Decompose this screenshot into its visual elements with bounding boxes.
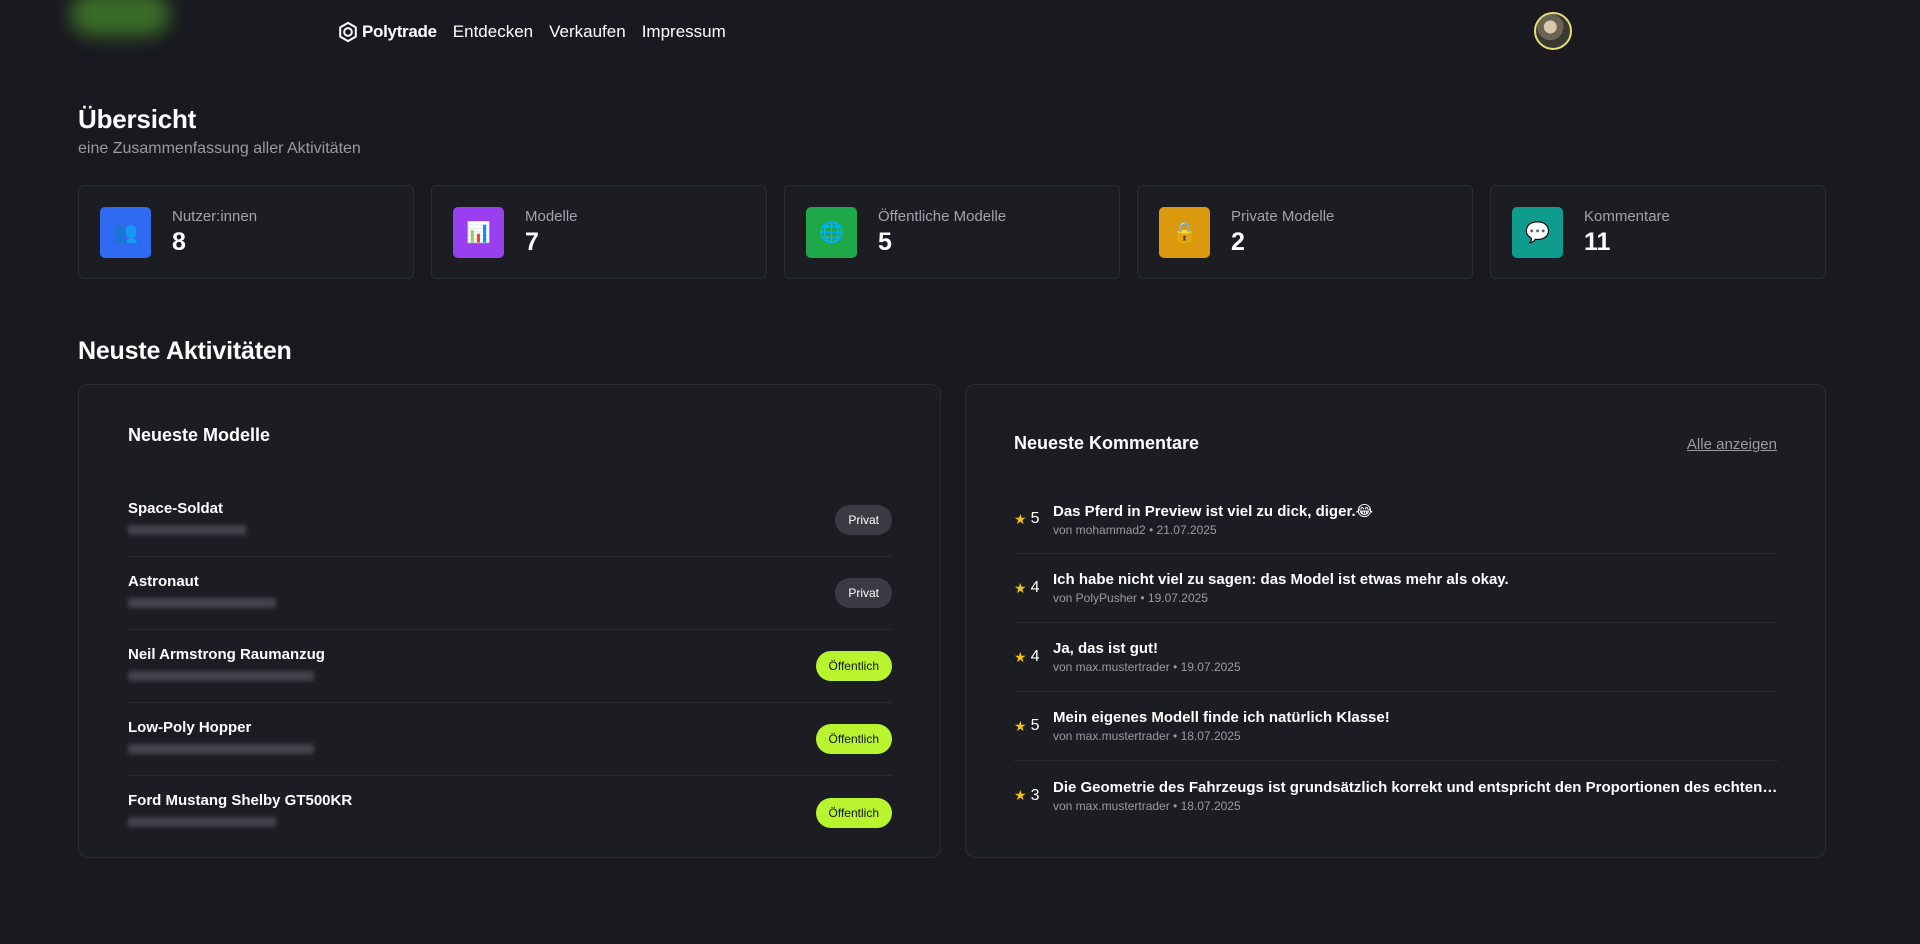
globe-icon: 🌐 [806, 206, 857, 258]
model-name: Neil Armstrong Raumanzug [128, 645, 325, 663]
rating: ★ 3 [1014, 787, 1053, 805]
redacted-author [128, 597, 276, 608]
rating-value: 5 [1030, 717, 1040, 734]
stats-row: 👥 Nutzer:innen 8 📊 Modelle 7 🌐 Öffentlic… [78, 185, 1826, 279]
stat-value: 11 [1584, 227, 1611, 256]
nav-impressum[interactable]: Impressum [642, 22, 726, 42]
page-title: Übersicht [78, 104, 197, 134]
rating: ★ 4 [1014, 648, 1053, 666]
visibility-badge[interactable]: Öffentlich [815, 651, 892, 681]
brand-link[interactable]: Polytrade [337, 21, 437, 43]
model-name: Low-Poly Hopper [128, 718, 252, 736]
comment-row[interactable]: ★ 4 Ja, das ist gut! von max.mustertrade… [1014, 623, 1778, 692]
rating-value: 4 [1030, 648, 1040, 665]
comment-meta: von PolyPusher • 19.07.2025 [1053, 591, 1208, 605]
comment-meta: von mohammad2 • 21.07.2025 [1053, 522, 1217, 537]
logo-blurred[interactable] [70, 0, 170, 36]
model-row[interactable]: Space-Soldat Privat [128, 484, 892, 557]
stat-label: Private Modelle [1231, 207, 1335, 225]
model-name: Ford Mustang Shelby GT500KR [128, 792, 353, 809]
comment-row[interactable]: ★ 3 Die Geometrie des Fahrzeugs ist grun… [1014, 761, 1778, 830]
page-subtitle: eine Zusammenfassung aller Aktivitäten [78, 140, 361, 157]
speech-bubble-icon: 💬 [1512, 206, 1563, 258]
stat-card-public-models: 🌐 Öffentliche Modelle 5 [784, 185, 1120, 279]
stat-value: 7 [525, 227, 539, 256]
model-list: Space-Soldat Privat Astronaut Privat Nei… [128, 484, 892, 849]
model-name: Space-Soldat [128, 499, 224, 517]
model-row[interactable]: Neil Armstrong Raumanzug Öffentlich [128, 630, 892, 703]
users-icon: 👥 [100, 206, 151, 258]
stat-label: Nutzer:innen [172, 207, 258, 225]
model-name: Astronaut [128, 572, 199, 590]
stat-card-models: 📊 Modelle 7 [431, 185, 767, 279]
rating-value: 4 [1030, 579, 1040, 596]
stat-value: 5 [878, 227, 892, 256]
model-row[interactable]: Low-Poly Hopper Öffentlich [128, 703, 892, 776]
model-row[interactable]: Ford Mustang Shelby GT500KR Öffentlich [128, 776, 892, 849]
stat-label: Kommentare [1584, 207, 1670, 225]
rating-value: 3 [1030, 786, 1040, 804]
comment-row[interactable]: ★ 5 Das Pferd in Preview ist viel zu dic… [1014, 485, 1778, 554]
visibility-badge[interactable]: Öffentlich [815, 797, 892, 828]
star-icon: ★ [1014, 717, 1027, 734]
visibility-badge[interactable]: Privat [835, 505, 892, 535]
stat-card-private-models: 🔒 Private Modelle 2 [1137, 185, 1473, 279]
stat-value: 2 [1231, 227, 1245, 256]
polytrade-logo-icon [339, 21, 357, 43]
comment-text: Mein eigenes Modell finde ich natürlich … [1053, 709, 1390, 726]
nav-verkaufen[interactable]: Verkaufen [549, 22, 626, 42]
comment-text: Ich habe nicht viel zu sagen: das Model … [1053, 571, 1509, 588]
comment-text: Ja, das ist gut! [1053, 640, 1159, 657]
stat-card-users: 👥 Nutzer:innen 8 [78, 185, 414, 279]
visibility-badge[interactable]: Privat [835, 578, 892, 608]
comment-row[interactable]: ★ 4 Ich habe nicht viel zu sagen: das Mo… [1014, 554, 1778, 623]
redacted-author [128, 743, 314, 754]
star-icon: ★ [1014, 648, 1027, 665]
comment-meta: von max.mustertrader • 18.07.2025 [1053, 729, 1241, 743]
star-icon: ★ [1014, 510, 1027, 527]
user-avatar[interactable] [1534, 12, 1572, 50]
rating: ★ 5 [1014, 717, 1053, 735]
newest-comments-panel: Neueste Kommentare Alle anzeigen ★ 5 Das… [965, 384, 1826, 858]
comment-meta: von max.mustertrader • 18.07.2025 [1053, 798, 1241, 813]
stat-card-comments: 💬 Kommentare 11 [1490, 185, 1826, 279]
newest-models-panel: Neueste Modelle Space-Soldat Privat Astr… [78, 384, 941, 858]
rating-value: 5 [1030, 510, 1040, 527]
comment-text: Die Geometrie des Fahrzeugs ist grundsät… [1053, 778, 1778, 796]
visibility-badge[interactable]: Öffentlich [815, 724, 892, 754]
stat-value: 8 [172, 227, 186, 256]
star-icon: ★ [1014, 579, 1027, 596]
panel-title: Neueste Kommentare [1014, 433, 1200, 453]
rating: ★ 5 [1014, 510, 1053, 528]
star-icon: ★ [1014, 787, 1027, 803]
rating: ★ 4 [1014, 579, 1053, 597]
nav-entdecken[interactable]: Entdecken [453, 22, 533, 42]
redacted-author [128, 524, 246, 535]
redacted-author [128, 670, 314, 681]
see-all-link[interactable]: Alle anzeigen [1687, 436, 1777, 453]
brand-name: Polytrade [362, 22, 437, 41]
comment-text: Das Pferd in Preview ist viel zu dick, d… [1053, 502, 1374, 520]
stat-label: Modelle [525, 207, 578, 225]
comment-list: ★ 5 Das Pferd in Preview ist viel zu dic… [1014, 485, 1778, 830]
model-row[interactable]: Astronaut Privat [128, 557, 892, 630]
comment-meta: von max.mustertrader • 19.07.2025 [1053, 660, 1241, 674]
main-nav: Polytrade Entdecken Verkaufen Impressum [337, 19, 742, 45]
redacted-author [128, 817, 276, 827]
lock-icon: 🔒 [1159, 206, 1210, 258]
comment-row[interactable]: ★ 5 Mein eigenes Modell finde ich natürl… [1014, 692, 1778, 761]
panel-title: Neueste Modelle [128, 425, 271, 445]
section-title-activities: Neuste Aktivitäten [78, 337, 292, 365]
chart-icon: 📊 [453, 206, 504, 258]
stat-label: Öffentliche Modelle [878, 207, 1007, 225]
